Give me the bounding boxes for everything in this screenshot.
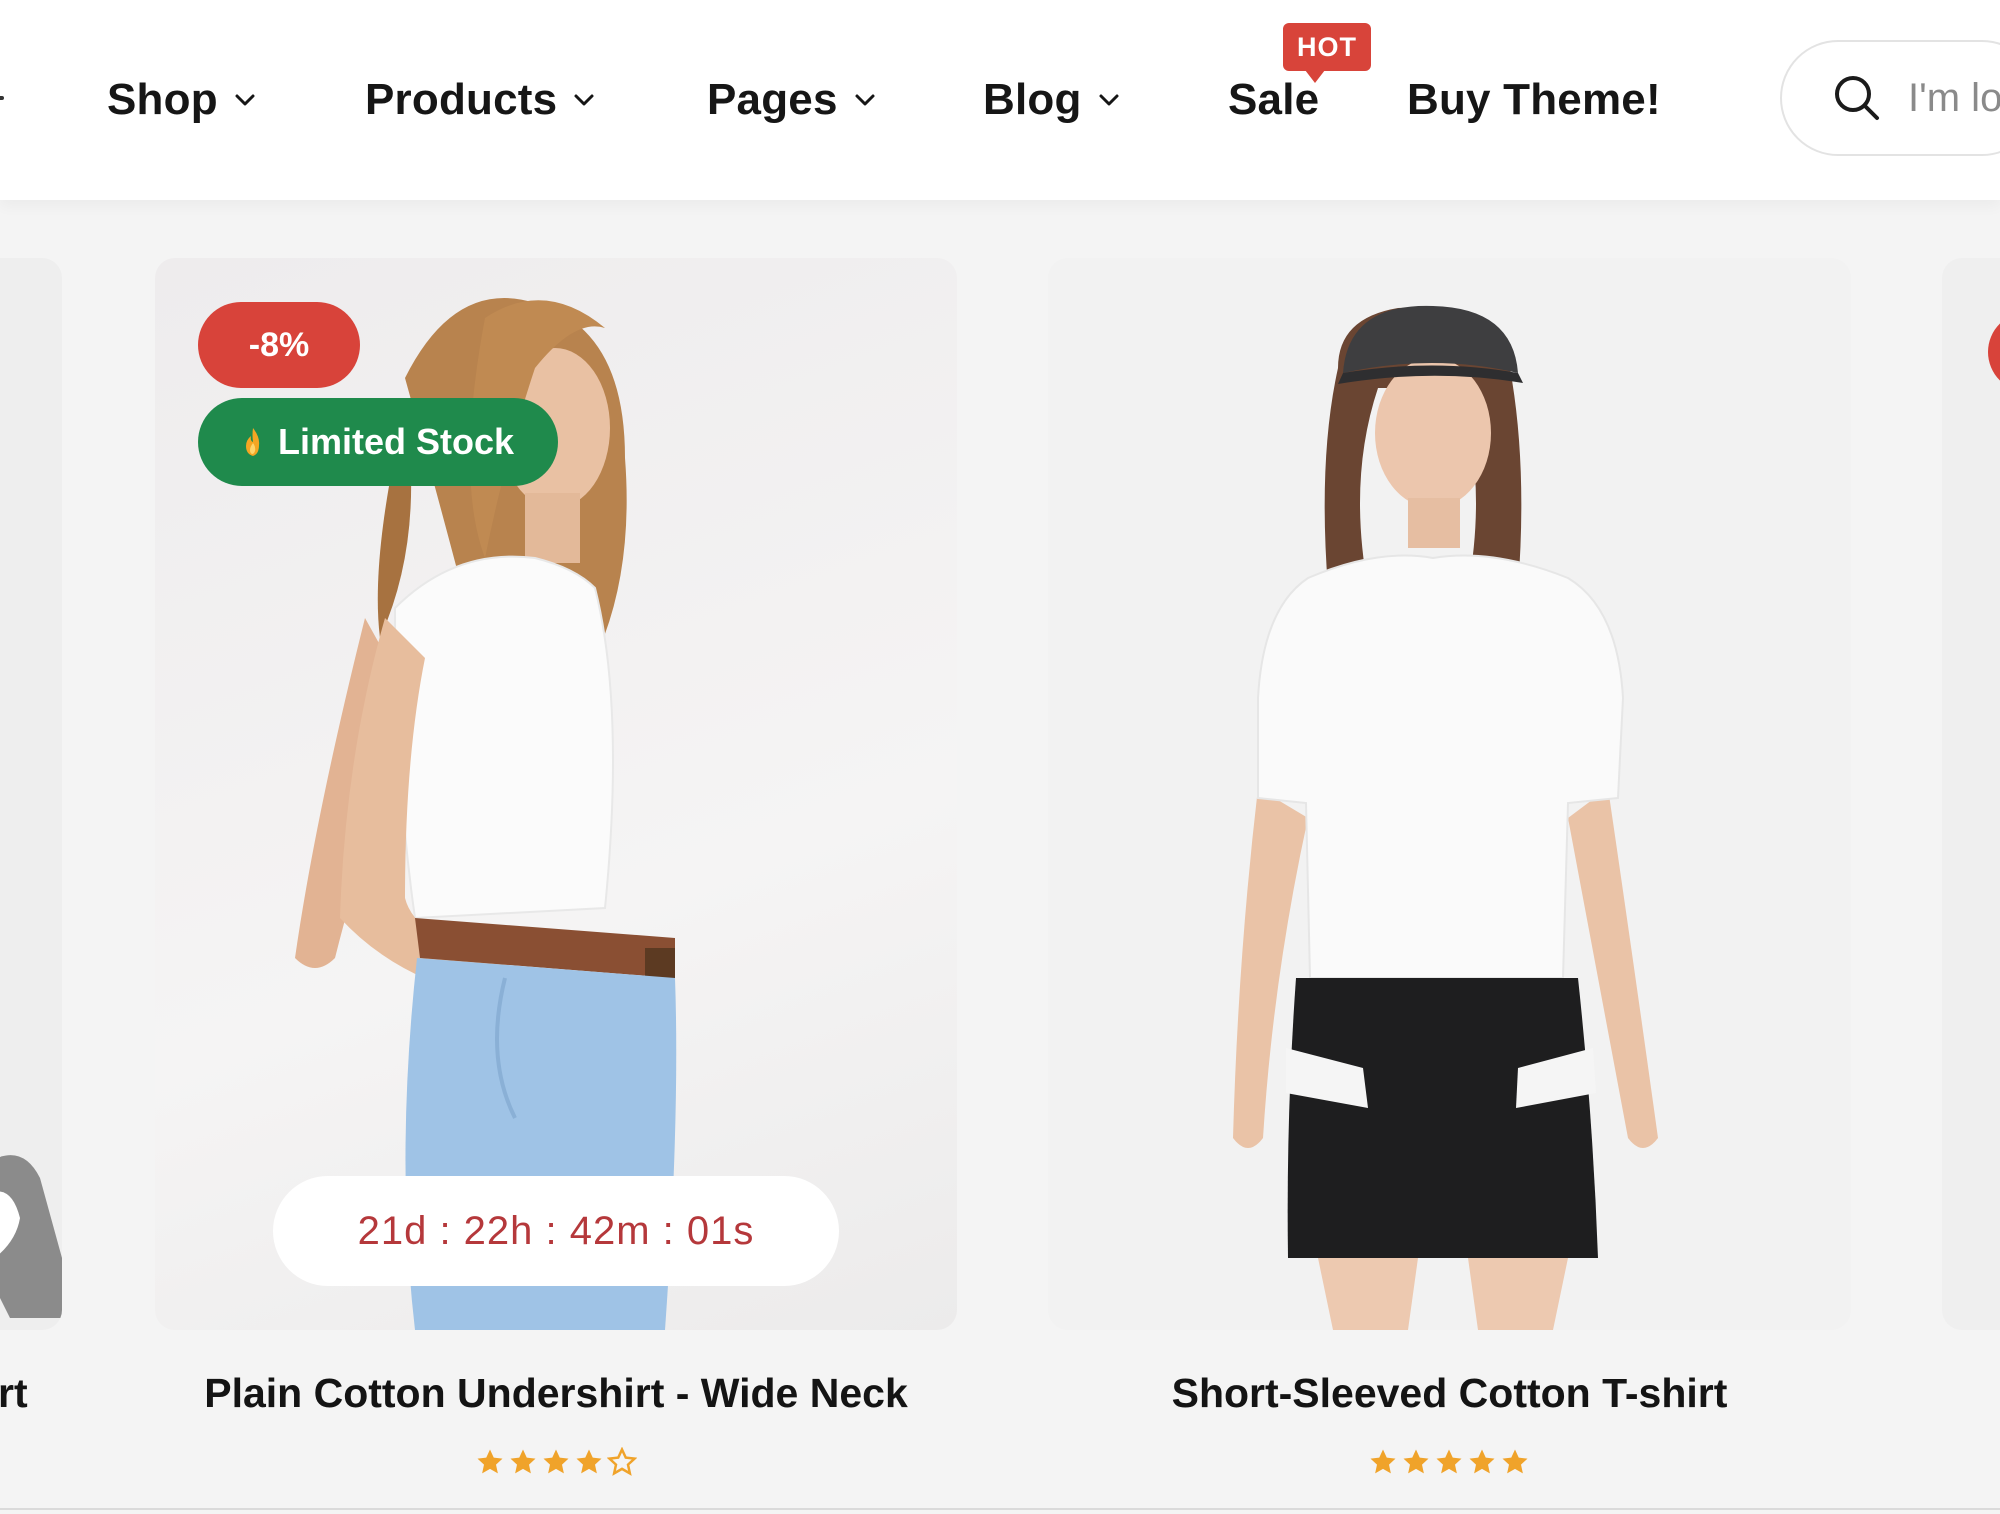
search-icon — [1835, 76, 1879, 120]
hot-badge: HOT — [1283, 23, 1371, 83]
nav-shop[interactable]: Shop — [107, 70, 258, 130]
chevron-down-icon — [571, 87, 597, 113]
chevron-down-icon — [232, 87, 258, 113]
chevron-down-icon — [852, 87, 878, 113]
discount-badge-partial — [1988, 312, 2000, 392]
countdown-timer: 21d : 22h : 42m : 01s — [273, 1176, 839, 1286]
product-image-partial-right[interactable] — [1942, 258, 2000, 1330]
star-filled-icon — [1469, 1449, 1495, 1474]
nav-sale[interactable]: Sale — [1228, 70, 1319, 130]
flame-icon — [246, 428, 260, 456]
star-filled-icon — [543, 1449, 569, 1474]
nav-products[interactable]: Products — [365, 70, 597, 130]
rating-stars — [475, 1447, 637, 1477]
header-edge-mark — [0, 96, 4, 100]
nav-label: Pages — [707, 75, 838, 124]
site-header: Shop Products Pages Blog HOT Sale Buy Th… — [0, 0, 2000, 200]
star-filled-icon — [1370, 1449, 1396, 1474]
nav-blog[interactable]: Blog — [983, 70, 1122, 130]
star-empty-icon — [607, 1447, 637, 1476]
star-filled-icon — [477, 1449, 503, 1474]
bottom-divider — [0, 1508, 2000, 1510]
nav-label: Sale — [1228, 75, 1320, 124]
product-card-image[interactable]: -8% Limited Stock 21d : 22h : 42m : 01s — [155, 258, 957, 1330]
partial-product-figure — [0, 1155, 62, 1318]
nav-label: Buy Theme! — [1407, 75, 1661, 124]
star-filled-icon — [576, 1449, 602, 1474]
chevron-down-icon — [1096, 87, 1122, 113]
discount-badge: -8% — [198, 302, 360, 388]
product-photo — [1233, 305, 1658, 1330]
search-bar[interactable] — [1780, 40, 2000, 156]
product-title[interactable]: Plain Cotton Undershirt - Wide Neck — [155, 1370, 957, 1417]
nav-label: Shop — [107, 75, 218, 124]
star-filled-icon — [1436, 1449, 1462, 1474]
nav-buy-theme[interactable]: Buy Theme! — [1407, 70, 1661, 130]
nav-label: Blog — [983, 75, 1082, 124]
nav-pages[interactable]: Pages — [707, 70, 878, 130]
product-title-partial[interactable]: rt — [0, 1370, 28, 1417]
rating-stars — [1368, 1447, 1530, 1477]
nav-label: Products — [365, 75, 558, 124]
limited-stock-badge: Limited Stock — [198, 398, 559, 486]
star-filled-icon — [510, 1449, 536, 1474]
star-filled-icon — [1403, 1449, 1429, 1474]
stock-label: Limited Stock — [278, 421, 515, 462]
product-title[interactable]: Short-Sleeved Cotton T-shirt — [1048, 1370, 1851, 1417]
search-input[interactable] — [1906, 74, 2000, 122]
product-image-partial-left[interactable] — [0, 258, 62, 1330]
product-card-image[interactable] — [1048, 258, 1851, 1330]
star-filled-icon — [1502, 1449, 1528, 1474]
